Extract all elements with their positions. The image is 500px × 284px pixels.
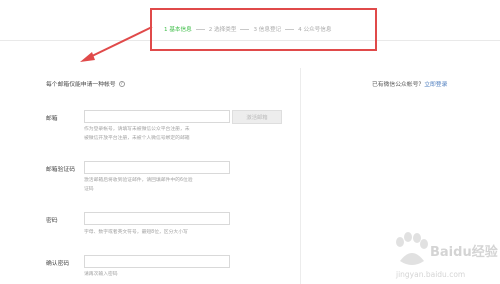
step-progress: 1 基本信息 2 选择类型 3 信息登记 4 公众号信息 xyxy=(164,22,331,36)
column-divider xyxy=(300,68,301,284)
existing-account-prompt: 已有微信公众帐号？立即登录 xyxy=(372,79,447,88)
email-hint: 作为登录帐号，请填写未被微信公众平台注册，未 被微信开放平台注册，未被个人微信号… xyxy=(84,126,190,143)
step-info-register: 3 信息登记 xyxy=(253,27,282,33)
activate-email-button[interactable]: 激活邮箱 xyxy=(232,110,282,124)
step-separator xyxy=(285,28,295,30)
confirm-password-label: 确认密码 xyxy=(46,261,70,267)
form-intro: 每个邮箱仅能申请一种帐号 ? xyxy=(46,79,125,88)
email-code-label: 邮箱验证码 xyxy=(46,167,75,173)
help-icon[interactable]: ? xyxy=(118,80,125,87)
form-intro-text: 每个邮箱仅能申请一种帐号 xyxy=(46,82,116,88)
email-code-field[interactable] xyxy=(84,161,230,174)
step-account-info: 4 公众号信息 xyxy=(298,27,332,33)
step-basic-info: 1 基本信息 xyxy=(164,27,192,33)
email-code-hint-line: 激活邮箱后将收到验证邮件，请回填邮件中的6位验 xyxy=(84,178,193,183)
svg-text:Baidu经验: Baidu经验 xyxy=(430,244,498,260)
email-field[interactable] xyxy=(84,110,230,123)
email-code-hint: 激活邮箱后将收到验证邮件，请回填邮件中的6位验 证码 xyxy=(84,177,193,194)
email-code-hint-line: 证码 xyxy=(84,186,94,192)
step-separator xyxy=(240,28,250,30)
password-label: 密码 xyxy=(46,218,58,224)
confirm-password-hint: 请再次输入密码 xyxy=(84,272,118,277)
confirm-password-field[interactable] xyxy=(84,255,230,268)
step-separator xyxy=(195,28,205,30)
email-label: 邮箱 xyxy=(46,116,58,122)
svg-text:jingyan.baidu.com: jingyan.baidu.com xyxy=(395,270,465,279)
login-now-link[interactable]: 立即登录 xyxy=(424,82,447,88)
password-hint: 字母、数字或者英文符号，最短8位，区分大小写 xyxy=(84,230,188,235)
email-hint-line: 作为登录帐号，请填写未被微信公众平台注册，未 xyxy=(84,127,190,132)
step-choose-type: 2 选择类型 xyxy=(208,27,237,33)
email-hint-line: 被微信开放平台注册，未被个人微信号绑定的邮箱 xyxy=(84,135,190,141)
password-field[interactable] xyxy=(84,212,230,225)
existing-account-question: 已有微信公众帐号？ xyxy=(372,82,425,88)
baidu-jingyan-watermark: Baidu经验 jingyan.baidu.com xyxy=(395,232,498,279)
